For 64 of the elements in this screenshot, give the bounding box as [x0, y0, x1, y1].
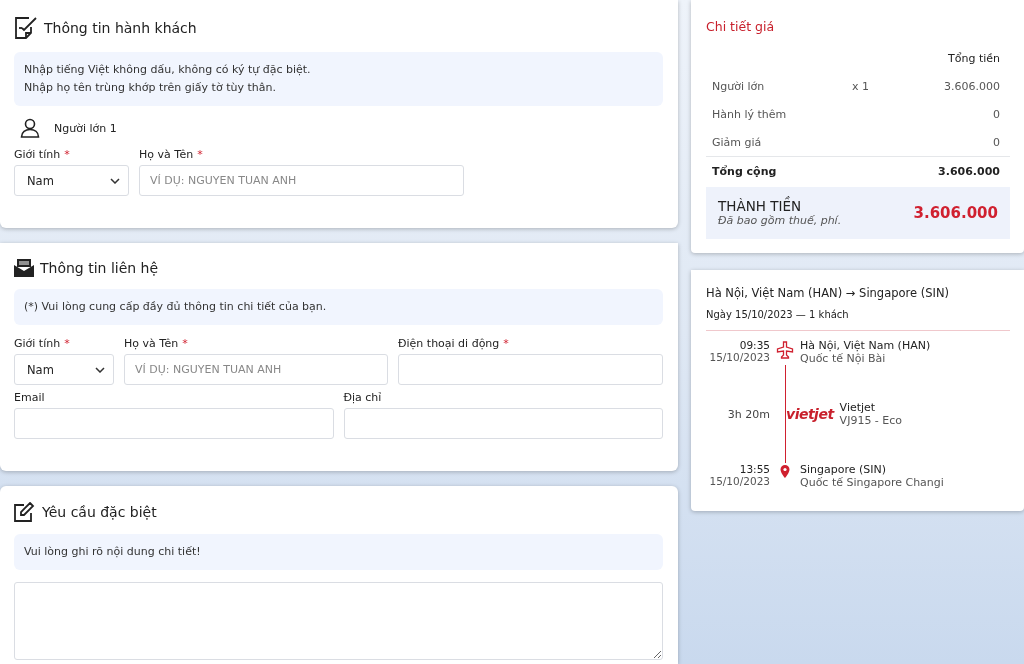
- price-amount: 0: [993, 135, 1000, 149]
- input-field[interactable]: VÍ DỤ: NGUYEN TUAN ANH: [124, 354, 388, 385]
- date: 15/10/2023: [708, 475, 770, 487]
- text-area[interactable]: [14, 582, 663, 660]
- person-icon: [20, 118, 40, 138]
- city: Hà Nội, Việt Nam (HAN): [800, 339, 932, 352]
- airline-logo: vietjet: [786, 406, 834, 422]
- field-label: Điện thoại di động: [398, 337, 500, 350]
- section-title: Thông tin hành khách: [44, 20, 197, 36]
- required-mark: *: [182, 337, 188, 350]
- price-label: Người lớn: [712, 79, 766, 93]
- total-label: THÀNH TIỀN: [718, 198, 803, 214]
- required-mark: *: [197, 148, 203, 161]
- plane-icon: [776, 341, 794, 359]
- edit-icon: [14, 502, 36, 522]
- airport: Quốc tế Singapore Changi: [800, 476, 945, 489]
- column-header: Tổng tiền: [948, 51, 1000, 65]
- price-amount: 3.606.000: [944, 79, 1000, 93]
- flight-code: VJ915 - Eco: [839, 414, 903, 427]
- field-label: Giới tính: [14, 337, 61, 350]
- price-label: Giảm giá: [712, 135, 763, 149]
- airline-name: Vietjet: [839, 401, 877, 414]
- note-text: Nhập tiếng Việt không dấu, không có ký tự đặc biệt.: [24, 62, 312, 78]
- price-title: Chi tiết giá: [706, 19, 776, 34]
- time: 13:55: [738, 463, 770, 475]
- time: 09:35: [738, 339, 770, 351]
- input-field[interactable]: [14, 408, 334, 439]
- section-title: Thông tin liên hệ: [40, 260, 159, 276]
- total-amount: 3.606.000: [913, 203, 998, 222]
- note-text: Vui lòng ghi rõ nội dung chi tiết!: [24, 544, 202, 560]
- input-field[interactable]: [398, 354, 663, 385]
- passenger-label: Người lớn 1: [54, 121, 117, 135]
- field-label: Địa chỉ: [343, 391, 382, 404]
- field-label: Họ và Tên: [124, 337, 179, 350]
- field-label: Họ và Tên: [139, 148, 194, 161]
- required-mark: *: [503, 337, 509, 350]
- envelope-icon: [14, 259, 34, 277]
- date: 15/10/2023: [708, 351, 770, 363]
- input-field[interactable]: VÍ DỤ: NGUYEN TUAN ANH: [139, 165, 464, 196]
- field-label: Email: [14, 391, 45, 404]
- flight-date: Ngày 15/10/2023 — 1 khách: [706, 309, 1010, 331]
- total-note: Đã bao gồm thuế, phí.: [718, 214, 842, 227]
- chevron-down-icon: [110, 177, 120, 184]
- input-field[interactable]: [343, 408, 663, 439]
- note-text: (*) Vui lòng cung cấp đầy đủ thông tin chi tiết của bạn.: [24, 299, 328, 315]
- gender-select[interactable]: Nam: [14, 354, 114, 385]
- chevron-down-icon: [95, 366, 105, 373]
- subtotal-label: Tổng cộng: [712, 164, 778, 178]
- location-pin-icon: [780, 465, 790, 478]
- subtotal-amount: 3.606.000: [938, 164, 1000, 178]
- price-amount: 0: [993, 107, 1000, 121]
- quantity: x 1: [852, 79, 870, 93]
- flight-duration: 3h 20m: [727, 407, 770, 421]
- city: Singapore (SIN): [800, 463, 888, 476]
- price-label: Hành lý thêm: [712, 107, 788, 121]
- airport: Quốc tế Nội Bài: [800, 352, 887, 365]
- required-mark: *: [64, 337, 70, 350]
- field-label: Giới tính: [14, 148, 61, 161]
- gender-select[interactable]: Nam: [14, 165, 129, 196]
- note-text: Nhập họ tên trùng khớp trên giấy tờ tùy thân.: [24, 80, 277, 96]
- route-title: Hà Nội, Việt Nam (HAN) → Singapore (SIN): [706, 286, 951, 300]
- form-edit-icon: [14, 16, 38, 40]
- required-mark: *: [64, 148, 70, 161]
- section-title: Yêu cầu đặc biệt: [42, 504, 157, 520]
